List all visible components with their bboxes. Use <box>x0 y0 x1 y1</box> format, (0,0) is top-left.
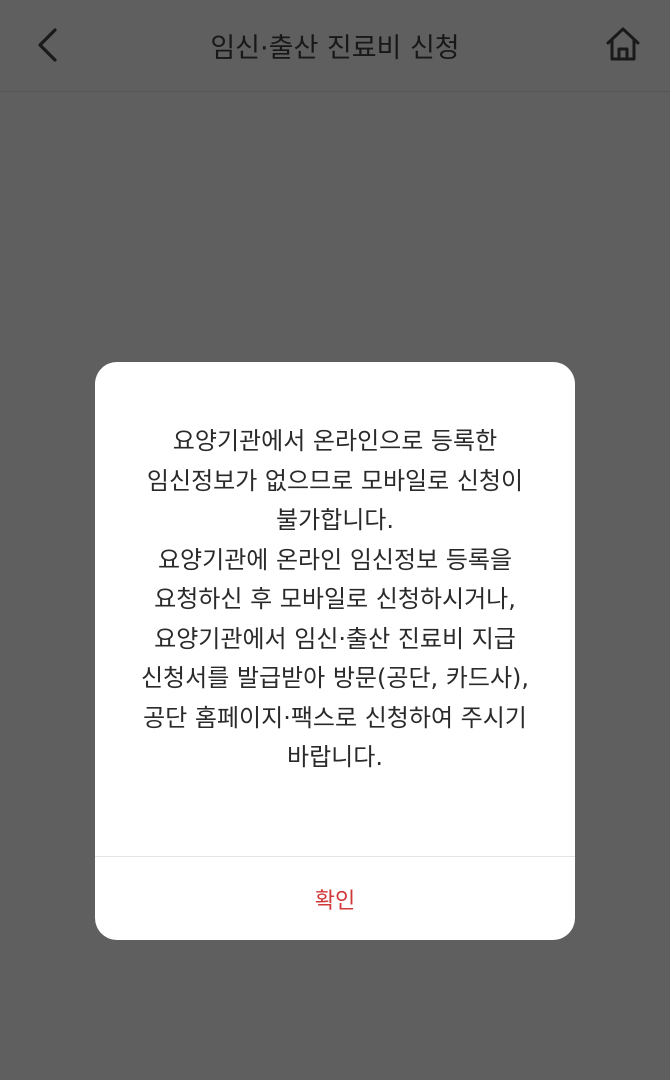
back-button[interactable] <box>24 22 70 68</box>
confirm-button[interactable]: 확인 <box>95 857 575 940</box>
chevron-left-icon <box>38 28 57 62</box>
dialog-message: 요양기관에서 온라인으로 등록한 임신정보가 없으므로 모바일로 신청이 불가합… <box>125 422 545 778</box>
home-icon <box>606 27 640 61</box>
dialog-message-paragraph-2: 요양기관에 온라인 임신정보 등록을 요청하신 후 모바일로 신청하시거나, 요… <box>140 545 530 772</box>
alert-dialog: 요양기관에서 온라인으로 등록한 임신정보가 없으므로 모바일로 신청이 불가합… <box>95 362 575 940</box>
home-button[interactable] <box>600 20 646 68</box>
app-header: 임신·출산 진료비 신청 <box>0 0 670 92</box>
page-title: 임신·출산 진료비 신청 <box>210 33 460 64</box>
dialog-message-paragraph-1: 요양기관에서 온라인으로 등록한 임신정보가 없으므로 모바일로 신청이 불가합… <box>146 427 524 534</box>
